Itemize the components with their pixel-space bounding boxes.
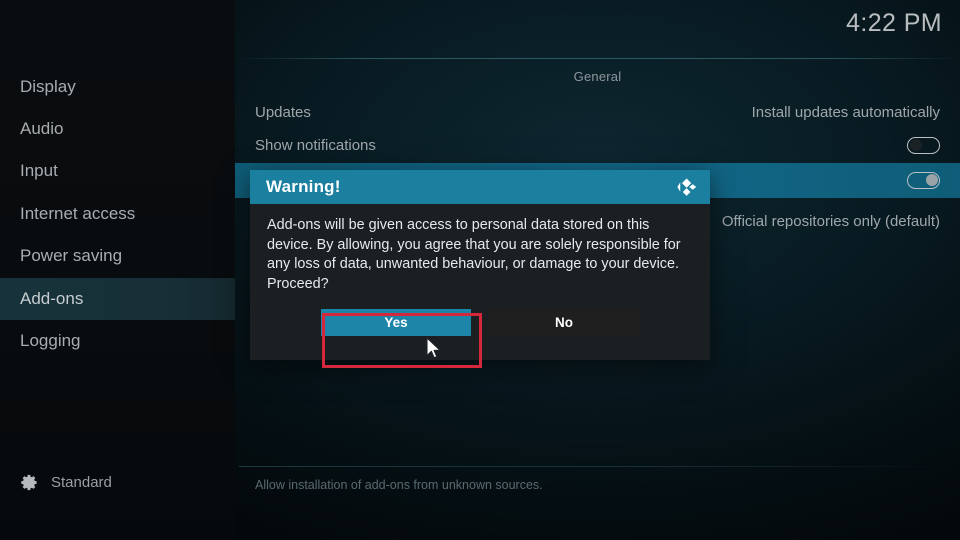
setting-description: Allow installation of add-ons from unkno… xyxy=(255,478,543,492)
row-value: Official repositories only (default) xyxy=(721,213,940,230)
sidebar-item-label: Internet access xyxy=(20,204,136,223)
dialog-body: Add-ons will be given access to personal… xyxy=(250,204,710,360)
settings-level-button[interactable]: Standard xyxy=(20,473,112,492)
sidebar-item-display[interactable]: Display xyxy=(0,66,235,108)
no-button[interactable]: No xyxy=(489,309,639,336)
clock: 4:22 PM xyxy=(846,9,942,37)
sidebar-item-label: Power saving xyxy=(20,246,123,265)
row-value: Install updates automatically xyxy=(751,104,940,121)
sidebar-item-label: Audio xyxy=(20,119,64,138)
warning-dialog: Warning! Add-ons will be given access to… xyxy=(250,170,710,360)
gear-icon xyxy=(21,474,37,491)
sidebar-item-audio[interactable]: Audio xyxy=(0,108,235,150)
sidebar-item-input[interactable]: Input xyxy=(0,150,235,192)
panel-separator xyxy=(235,58,960,59)
sidebar-item-label: Input xyxy=(20,161,58,180)
sidebar-item-logging[interactable]: Logging xyxy=(0,320,235,362)
settings-level-label: Standard xyxy=(51,474,112,491)
sidebar-item-label: Add-ons xyxy=(20,289,84,308)
sidebar-item-label: Logging xyxy=(20,331,81,350)
sidebar-item-internet-access[interactable]: Internet access xyxy=(0,193,235,235)
kodi-logo-icon xyxy=(677,178,697,196)
dialog-title: Warning! xyxy=(266,177,341,196)
row-label: Updates xyxy=(255,104,311,121)
sidebar-item-add-ons[interactable]: Add-ons xyxy=(0,278,235,320)
settings-group-title: General xyxy=(573,69,622,84)
dialog-message: Add-ons will be given access to personal… xyxy=(267,217,681,292)
sidebar-item-label: Display xyxy=(20,77,76,96)
sidebar: Display Audio Input Internet access Powe… xyxy=(0,0,235,540)
dialog-header: Warning! xyxy=(250,170,710,204)
settings-row-updates[interactable]: Updates Install updates automatically xyxy=(235,95,960,130)
unknown-sources-toggle[interactable] xyxy=(907,172,940,189)
yes-button[interactable]: Yes xyxy=(321,309,471,336)
row-label: Show notifications xyxy=(255,137,376,154)
sidebar-item-power-saving[interactable]: Power saving xyxy=(0,235,235,277)
dialog-button-row: Yes No xyxy=(250,309,710,336)
mouse-cursor xyxy=(426,337,441,359)
hint-separator xyxy=(239,466,955,467)
kodi-settings-screen: Settings / System 4:22 PM General Update… xyxy=(0,0,960,540)
show-notifications-toggle[interactable] xyxy=(907,137,940,154)
settings-row-show-notifications[interactable]: Show notifications xyxy=(235,128,960,163)
